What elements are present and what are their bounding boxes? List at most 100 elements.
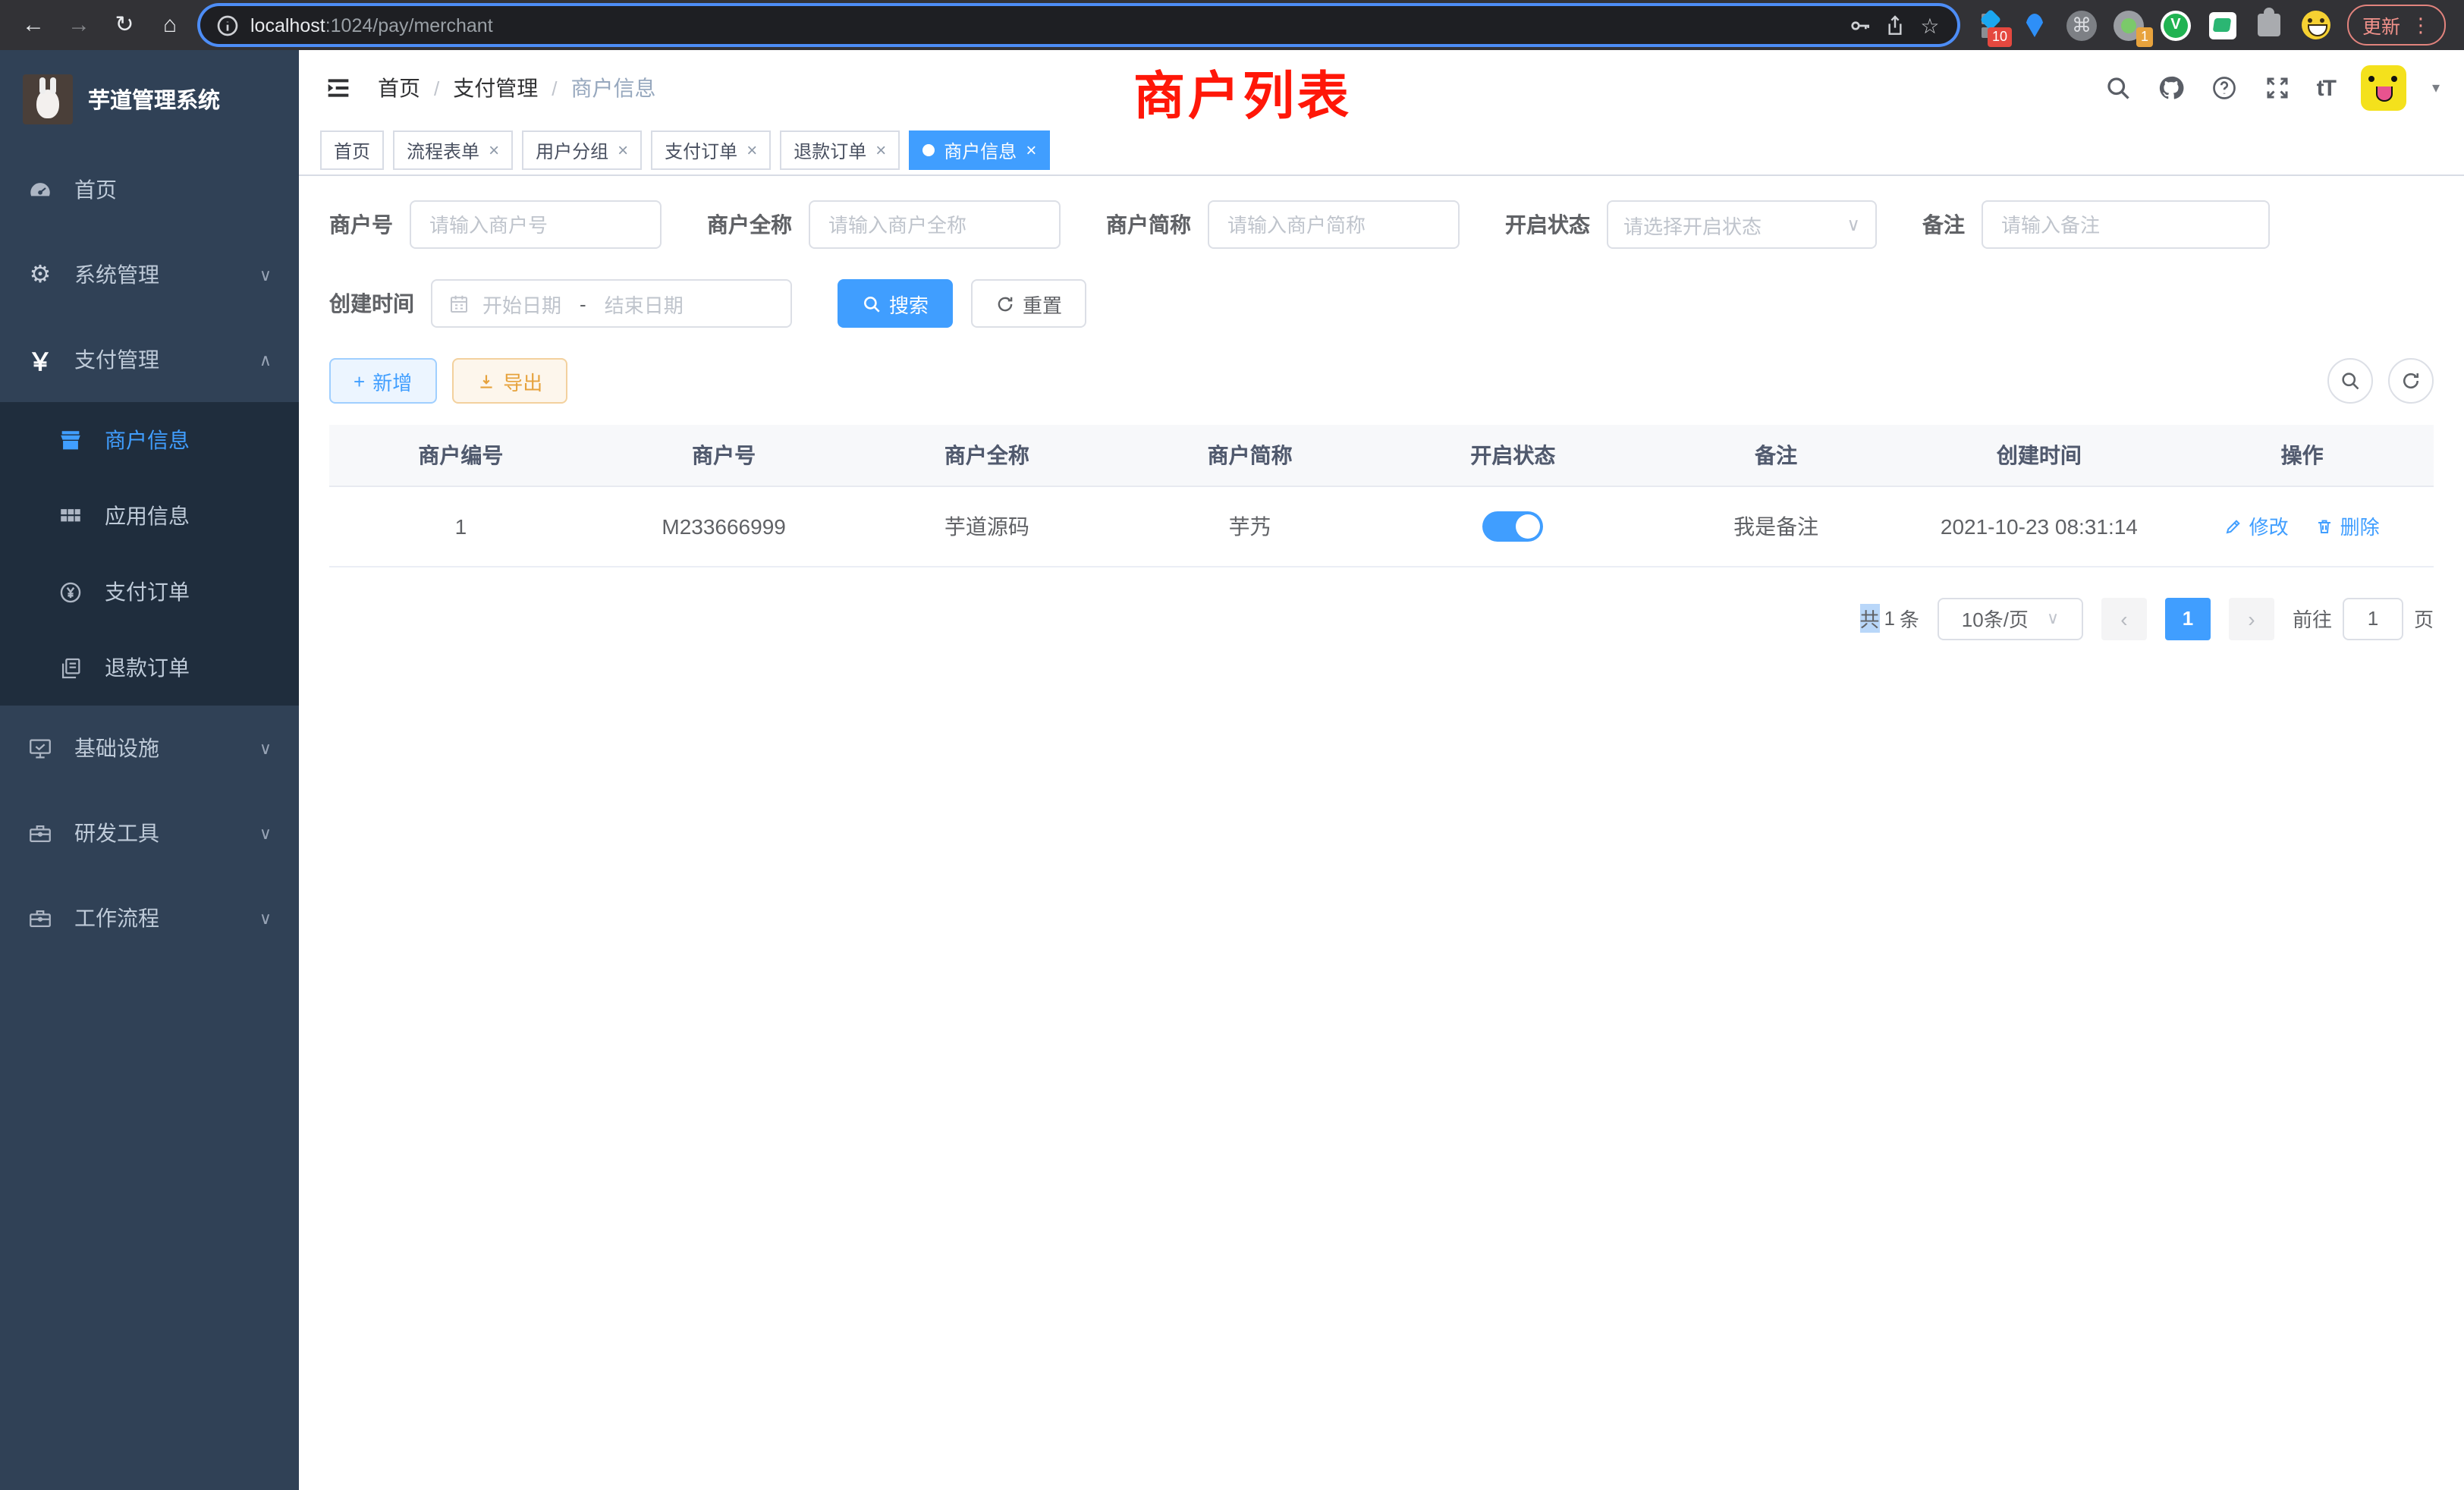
pin-extension-icon[interactable]	[2019, 10, 2050, 40]
address-bar[interactable]: localhost:1024/pay/merchant ☆	[200, 6, 1957, 44]
search-button[interactable]: 搜索	[838, 279, 953, 328]
sidebar-item-label: 研发工具	[74, 818, 159, 848]
browser-menu-icon[interactable]: ⋮	[2411, 13, 2431, 37]
sidebar-item-dev-tools[interactable]: 研发工具 ∨	[0, 791, 299, 875]
tab-refund-orders[interactable]: 退款订单×	[780, 130, 900, 170]
next-page-button[interactable]: ›	[2229, 597, 2274, 640]
sidebar-item-infrastructure[interactable]: 基础设施 ∨	[0, 706, 299, 791]
reset-button[interactable]: 重置	[971, 279, 1086, 328]
sidebar-item-refund-orders[interactable]: 退款订单	[0, 630, 299, 706]
cell-merchant-no: M233666999	[592, 486, 856, 566]
sidebar-item-system[interactable]: ⚙ 系统管理 ∨	[0, 232, 299, 317]
full-name-input[interactable]	[809, 200, 1061, 249]
page-size-select[interactable]: 10条/页 ∨	[1938, 597, 2083, 640]
sidebar-item-merchant-info[interactable]: 商户信息	[0, 402, 299, 478]
add-button[interactable]: + 新增	[329, 358, 436, 404]
chat-extension-icon[interactable]	[2208, 10, 2238, 40]
merchant-no-input[interactable]	[410, 200, 662, 249]
col-create-time: 创建时间	[1908, 425, 2171, 486]
close-icon[interactable]: ×	[746, 140, 757, 161]
edit-link[interactable]: 修改	[2225, 511, 2289, 540]
grid-icon	[58, 503, 83, 529]
tab-process-form[interactable]: 流程表单×	[393, 130, 513, 170]
url-text: localhost:1024/pay/merchant	[250, 14, 493, 36]
sidebar-item-pay-orders[interactable]: 支付订单	[0, 554, 299, 630]
cell-full-name: 芋道源码	[856, 486, 1119, 566]
status-toggle[interactable]	[1482, 511, 1543, 541]
sidebar-item-home[interactable]: 首页	[0, 147, 299, 232]
chrome-update-button[interactable]: 更新 ⋮	[2347, 5, 2446, 46]
breadcrumb-payment[interactable]: 支付管理	[453, 73, 538, 103]
tab-home[interactable]: 首页	[320, 130, 384, 170]
share-icon[interactable]	[1883, 13, 1907, 37]
extensions-puzzle-icon[interactable]	[2255, 10, 2285, 40]
site-info-icon[interactable]	[215, 13, 240, 37]
browser-forward-icon[interactable]: →	[64, 0, 94, 50]
avatar-caret-icon[interactable]: ▾	[2432, 80, 2440, 96]
sidebar-item-label: 应用信息	[105, 501, 190, 531]
command-extension-icon[interactable]: ⌘	[2066, 10, 2097, 40]
delete-label: 删除	[2340, 511, 2380, 540]
page-1-button[interactable]: 1	[2165, 597, 2211, 640]
tab-user-group[interactable]: 用户分组 ×	[522, 130, 642, 170]
cell-short-name: 芋艿	[1118, 486, 1381, 566]
app-logo[interactable]: 芋道管理系统	[0, 50, 299, 147]
sidebar-collapse-icon[interactable]	[323, 73, 354, 103]
col-full-name: 商户全称	[856, 425, 1119, 486]
search-icon[interactable]	[2104, 74, 2132, 102]
yen-circle-icon	[58, 579, 83, 605]
payment-submenu: 商户信息 应用信息 支付订单 退款订单	[0, 402, 299, 706]
pencil-icon	[2225, 517, 2243, 535]
font-size-icon[interactable]: tT	[2317, 75, 2335, 101]
status-select[interactable]: 请选择开启状态 ∨	[1607, 200, 1877, 249]
close-icon[interactable]: ×	[875, 140, 886, 161]
sidebar-item-workflow[interactable]: 工作流程 ∨	[0, 875, 299, 960]
github-icon[interactable]	[2158, 74, 2185, 102]
delete-link[interactable]: 删除	[2316, 511, 2380, 540]
show-search-toggle-button[interactable]	[2327, 358, 2373, 404]
sidebar-item-label: 退款订单	[105, 652, 190, 683]
recorder-extension-icon[interactable]: 1	[2114, 10, 2144, 40]
toolbox-icon	[27, 905, 53, 931]
chevron-down-icon: ∨	[259, 738, 272, 758]
active-dot	[922, 144, 935, 156]
browser-back-icon[interactable]: ←	[18, 0, 49, 50]
password-key-icon[interactable]	[1848, 13, 1872, 37]
tab-label: 用户分组	[536, 137, 608, 163]
browser-home-icon[interactable]: ⌂	[155, 0, 185, 50]
tab-pay-orders[interactable]: 支付订单 ×	[651, 130, 771, 170]
prev-page-button[interactable]: ‹	[2101, 597, 2147, 640]
export-button[interactable]: 导出	[451, 358, 567, 404]
close-icon[interactable]: ×	[489, 140, 499, 161]
goto-page-input[interactable]	[2343, 597, 2403, 640]
tab-manager-extension-icon[interactable]: 10	[1972, 10, 2003, 40]
sidebar-item-payment[interactable]: ￥ 支付管理 ∧	[0, 317, 299, 402]
browser-toolbar: ← → ↻ ⌂ localhost:1024/pay/merchant ☆ 10…	[0, 0, 2464, 50]
profile-emoji-icon[interactable]	[2302, 10, 2332, 40]
user-avatar[interactable]	[2361, 65, 2406, 111]
help-icon[interactable]	[2211, 74, 2238, 102]
tab-merchant-info[interactable]: 商户信息×	[909, 130, 1050, 170]
cell-status	[1381, 486, 1645, 566]
create-time-range-picker[interactable]: 开始日期 - 结束日期	[431, 279, 792, 328]
export-label: 导出	[503, 366, 542, 395]
short-name-input[interactable]	[1208, 200, 1460, 249]
sidebar-menu: 首页 ⚙ 系统管理 ∨ ￥ 支付管理 ∧ 商户信息	[0, 147, 299, 1490]
tab-label: 首页	[334, 137, 370, 163]
filter-label: 商户全称	[707, 209, 792, 240]
fullscreen-icon[interactable]	[2264, 74, 2291, 102]
refresh-table-button[interactable]	[2388, 358, 2434, 404]
sidebar-item-label: 基础设施	[74, 733, 159, 763]
browser-reload-icon[interactable]: ↻	[109, 0, 140, 50]
breadcrumb-home[interactable]: 首页	[378, 73, 420, 103]
filter-label: 开启状态	[1505, 209, 1590, 240]
extension-badge: 10	[1988, 27, 2012, 46]
sidebar-item-app-info[interactable]: 应用信息	[0, 478, 299, 554]
tab-label: 支付订单	[665, 137, 737, 163]
start-date-placeholder: 开始日期	[482, 289, 561, 318]
close-icon[interactable]: ×	[1026, 140, 1036, 161]
bookmark-star-icon[interactable]: ☆	[1918, 13, 1942, 37]
vue-devtools-icon[interactable]: V	[2161, 10, 2191, 40]
close-icon[interactable]: ×	[618, 140, 628, 161]
remark-input[interactable]	[1982, 200, 2270, 249]
